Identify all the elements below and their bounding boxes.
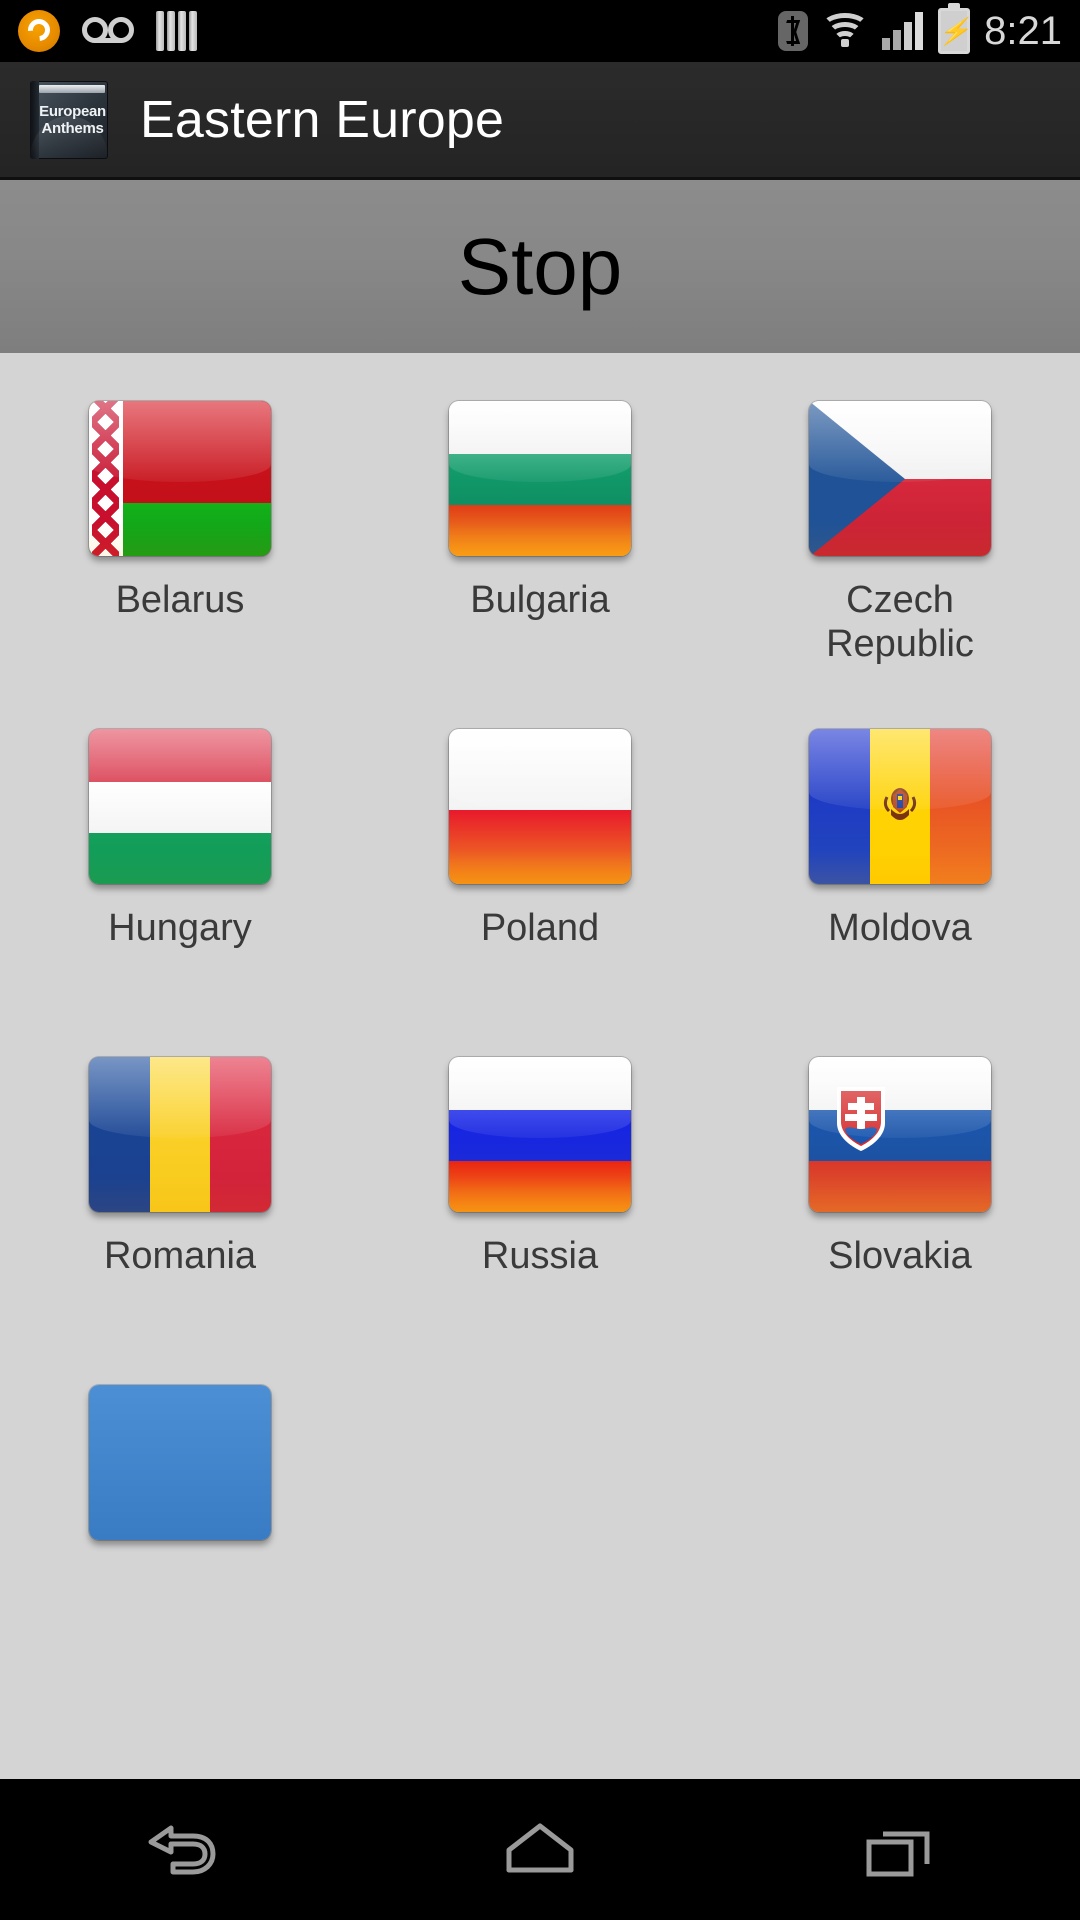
- grid-item-label: Romania: [103, 1235, 257, 1277]
- recents-icon: [866, 1831, 930, 1876]
- wifi-icon: [821, 13, 870, 49]
- stop-button-label: Stop: [457, 221, 623, 311]
- grid-item-ukraine-partial[interactable]: [0, 1385, 360, 1713]
- grid-item-placeholder: [360, 1385, 720, 1713]
- page-title: Eastern Europe: [140, 90, 505, 149]
- home-icon: [506, 1823, 574, 1872]
- grid-item-label: Slovakia: [828, 1235, 972, 1277]
- grid-item-label: Belarus: [115, 579, 245, 621]
- grid-item-moldova[interactable]: Moldova: [720, 729, 1080, 1057]
- grid-item-romania[interactable]: Romania: [0, 1057, 360, 1385]
- action-bar: European Anthems Eastern Europe: [0, 62, 1080, 180]
- flag-slovakia-icon: [809, 1057, 991, 1212]
- czech-blue-triangle: [809, 401, 905, 556]
- back-button[interactable]: [80, 1779, 280, 1920]
- voicemail-icon: [82, 17, 134, 45]
- grid-item-label: Moldova: [828, 907, 972, 949]
- grid-item-russia[interactable]: Russia: [360, 1057, 720, 1385]
- battery-charging-icon: ⚡: [938, 8, 970, 54]
- grid-item-label: Poland: [480, 907, 600, 949]
- flag-ukraine-icon: [89, 1385, 271, 1540]
- status-bar-clock: 8:21: [984, 8, 1062, 53]
- flag-hungary-icon: [89, 729, 271, 884]
- grid-item-placeholder: [720, 1385, 1080, 1713]
- bluetooth-icon: [778, 11, 809, 51]
- status-bar: ⚡ 8:21: [0, 0, 1080, 62]
- flag-romania-icon: [89, 1057, 271, 1212]
- back-arrow-icon: [148, 1825, 216, 1874]
- flag-czech-republic-icon: [809, 401, 991, 556]
- recents-button[interactable]: [800, 1779, 1000, 1920]
- app-logo-icon[interactable]: European Anthems: [30, 80, 108, 159]
- system-navigation-bar: [0, 1779, 1080, 1920]
- grid-item-belarus[interactable]: Belarus: [0, 401, 360, 729]
- flag-bulgaria-icon: [449, 401, 631, 556]
- vertical-bars-icon: [156, 11, 200, 51]
- grid-item-label: Russia: [481, 1235, 599, 1277]
- country-grid: Belarus Bulgaria Czech Republic Hungary …: [0, 353, 1080, 1713]
- flag-moldova-icon: [809, 729, 991, 884]
- country-grid-scroll[interactable]: Belarus Bulgaria Czech Republic Hungary …: [0, 353, 1080, 1779]
- status-bar-left-icons: [18, 10, 200, 52]
- moldova-coat-of-arms: [883, 787, 917, 820]
- grid-item-hungary[interactable]: Hungary: [0, 729, 360, 1057]
- grid-item-bulgaria[interactable]: Bulgaria: [360, 401, 720, 729]
- flag-belarus-icon: [89, 401, 271, 556]
- grid-item-czech-republic[interactable]: Czech Republic: [720, 401, 1080, 729]
- flag-poland-icon: [449, 729, 631, 884]
- book-pages: [39, 84, 105, 93]
- grid-item-label: Hungary: [108, 907, 252, 949]
- status-bar-right-icons: ⚡ 8:21: [778, 8, 1062, 54]
- stop-button[interactable]: Stop: [0, 180, 1080, 353]
- cellular-signal-icon: [882, 12, 924, 50]
- belarus-ornament: [89, 401, 123, 556]
- grid-item-label: Czech Republic: [826, 579, 974, 665]
- home-button[interactable]: [440, 1779, 640, 1920]
- grid-item-slovakia[interactable]: Slovakia: [720, 1057, 1080, 1385]
- grid-item-poland[interactable]: Poland: [360, 729, 720, 1057]
- grid-item-label: Bulgaria: [470, 579, 610, 621]
- flag-russia-icon: [449, 1057, 631, 1212]
- slovakia-coat-of-arms: [837, 1087, 885, 1151]
- app-notification-icon: [18, 10, 60, 52]
